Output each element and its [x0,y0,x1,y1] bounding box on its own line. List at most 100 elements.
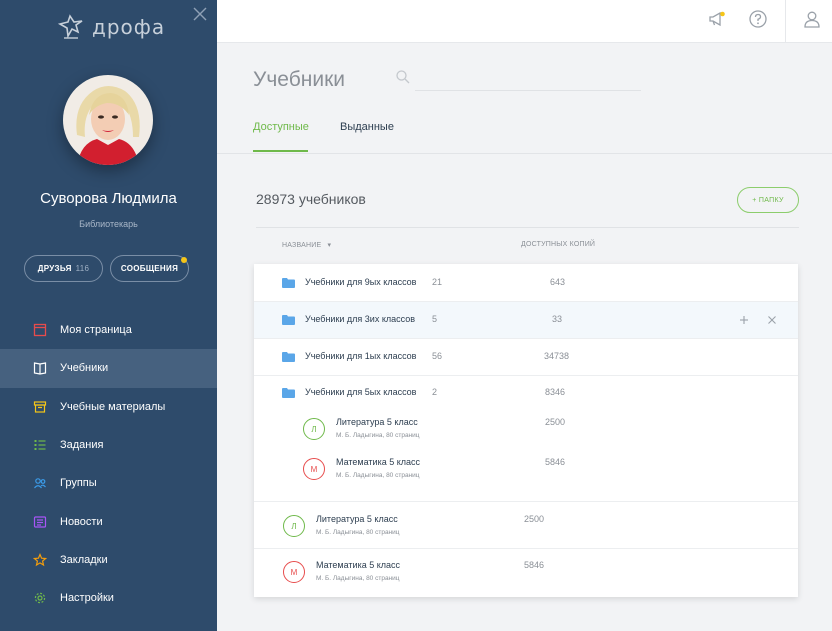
sidebar-item-groups[interactable]: Группы [0,464,217,502]
book-subtitle: М. Б. Ладыгина, 80 страниц [316,529,400,536]
book-title: Математика 5 класс [316,560,401,570]
book-letter-badge: М [303,458,325,480]
copies-value: 8346 [545,387,566,397]
copies-value: 33 [552,314,563,324]
page-title: Учебники [253,68,345,91]
copies-value: 5846 [524,560,545,570]
book-title: Литература 5 класс [336,417,418,427]
gear-icon [34,593,46,604]
sidebar-item-label: Настройки [60,592,114,605]
folder-name: Учебники для 9ых классов [305,277,417,287]
sidebar-item-tasks[interactable]: Задания [0,426,217,464]
copies-value: 643 [550,277,566,287]
sidebar-item-materials[interactable]: Учебные материалы [0,388,217,426]
divider [256,227,799,228]
book-title: Литература 5 класс [316,514,398,524]
page-icon [33,323,47,337]
folder-row-expanded[interactable]: Учебники для 5ых классов 2 8346 Л Литера… [254,376,798,502]
sidebar-item-bookmarks[interactable]: Закладки [0,541,217,579]
copies-value: 2500 [545,417,566,427]
folder-icon [282,388,295,398]
close-icon[interactable] [766,314,778,326]
topbar-divider [785,0,786,43]
book-row[interactable]: Л Литература 5 класс М. Б. Ладыгина, 80 … [254,502,798,549]
close-icon[interactable] [192,6,208,22]
column-header-name[interactable]: НАЗВАНИЕ ▾ [282,241,331,249]
user-name: Суворова Людмила [40,190,177,207]
sidebar-item-label: Новости [60,515,103,528]
help-icon[interactable] [748,9,768,29]
topbar [217,0,832,43]
sidebar-item-label: Учебные материалы [60,400,166,413]
sort-caret-icon: ▾ [327,242,332,249]
user-role: Библиотекарь [79,219,138,229]
friends-button[interactable]: ДРУЗЬЯ 116 [24,255,103,282]
logo-bird-icon [57,14,83,39]
folder-icon [282,352,295,362]
column-header-label: НАЗВАНИЕ [282,242,322,249]
book-title: Математика 5 класс [336,457,421,467]
sidebar-item-news[interactable]: Новости [0,502,217,540]
archive-icon [33,401,47,413]
book-subtitle: М. Б. Ладыгина, 80 страниц [316,575,400,582]
folder-count: 56 [432,351,443,361]
sidebar-item-settings[interactable]: Настройки [0,579,217,617]
add-icon[interactable] [738,314,750,326]
folder-name: Учебники для 1ых классов [305,351,417,361]
book-letter-badge: Л [283,515,305,537]
folder-count: 21 [432,277,443,287]
book-row[interactable]: М Математика 5 класс М. Б. Ладыгина, 80 … [254,549,798,597]
book-subtitle: М. Б. Ладыгина, 80 страниц [336,432,420,439]
avatar-photo [63,75,153,165]
book-subtitle: М. Б. Ладыгина, 80 страниц [336,472,420,479]
sidebar-item-label: Учебники [60,362,109,375]
sidebar-item-label: Группы [60,477,97,490]
sidebar-nav: Моя страница Учебники Учебные материалы … [0,311,217,617]
news-icon [33,516,47,528]
search-input[interactable] [415,67,641,91]
book-letter-badge: Л [303,418,325,440]
sidebar: дрофа Суворова Людмила Библиотекарь ДРУЗ… [0,0,217,631]
folder-name: Учебники для 3их классов [305,314,416,324]
folder-name: Учебники для 5ых классов [305,387,417,397]
folder-row[interactable]: Учебники для 1ых классов 56 34738 [254,339,798,376]
friends-label: ДРУЗЬЯ [37,264,72,273]
copies-value: 34738 [544,351,570,361]
copies-value: 5846 [545,457,566,467]
sidebar-item-label: Закладки [60,553,108,566]
folder-count: 5 [432,314,438,324]
folder-count: 2 [432,387,438,397]
textbook-count: 28973 учебников [256,191,366,207]
sidebar-item-label: Моя страница [60,324,132,337]
sidebar-item-label: Задания [60,439,104,452]
tab-available[interactable]: Доступные [253,121,309,133]
folder-row[interactable]: Учебники для 3их классов 5 33 [254,302,798,339]
star-icon [33,552,47,567]
search-icon[interactable] [395,69,411,85]
logo-text: дрофа [92,15,166,39]
list-icon [34,440,46,451]
friends-count: 116 [75,264,90,273]
book-letter-badge: М [283,561,305,583]
folder-row[interactable]: Учебники для 9ых классов 21 643 [254,264,798,302]
folder-icon [282,315,295,325]
messages-button[interactable]: СООБЩЕНИЯ [110,255,189,282]
sidebar-item-my-page[interactable]: Моя страница [0,311,217,349]
megaphone-icon[interactable] [707,9,727,29]
book-icon [33,362,47,376]
add-folder-button[interactable]: + ПАПКУ [737,187,799,213]
page-header: Учебники Доступные Выданные [217,43,832,154]
tab-issued[interactable]: Выданные [340,121,394,133]
column-header-copies: ДОСТУПНЫХ КОПИЙ [521,241,596,248]
active-tab-indicator [253,150,308,152]
unread-dot [181,257,187,263]
avatar[interactable] [63,75,153,165]
textbook-list: Учебники для 9ых классов 21 643 Учебники… [254,264,798,597]
copies-value: 2500 [524,514,545,524]
folder-icon [282,278,295,288]
sidebar-item-textbooks[interactable]: Учебники [0,349,217,388]
user-icon[interactable] [802,9,822,29]
messages-label: СООБЩЕНИЯ [120,264,179,273]
logo[interactable]: дрофа [56,12,165,42]
group-icon [34,478,46,489]
